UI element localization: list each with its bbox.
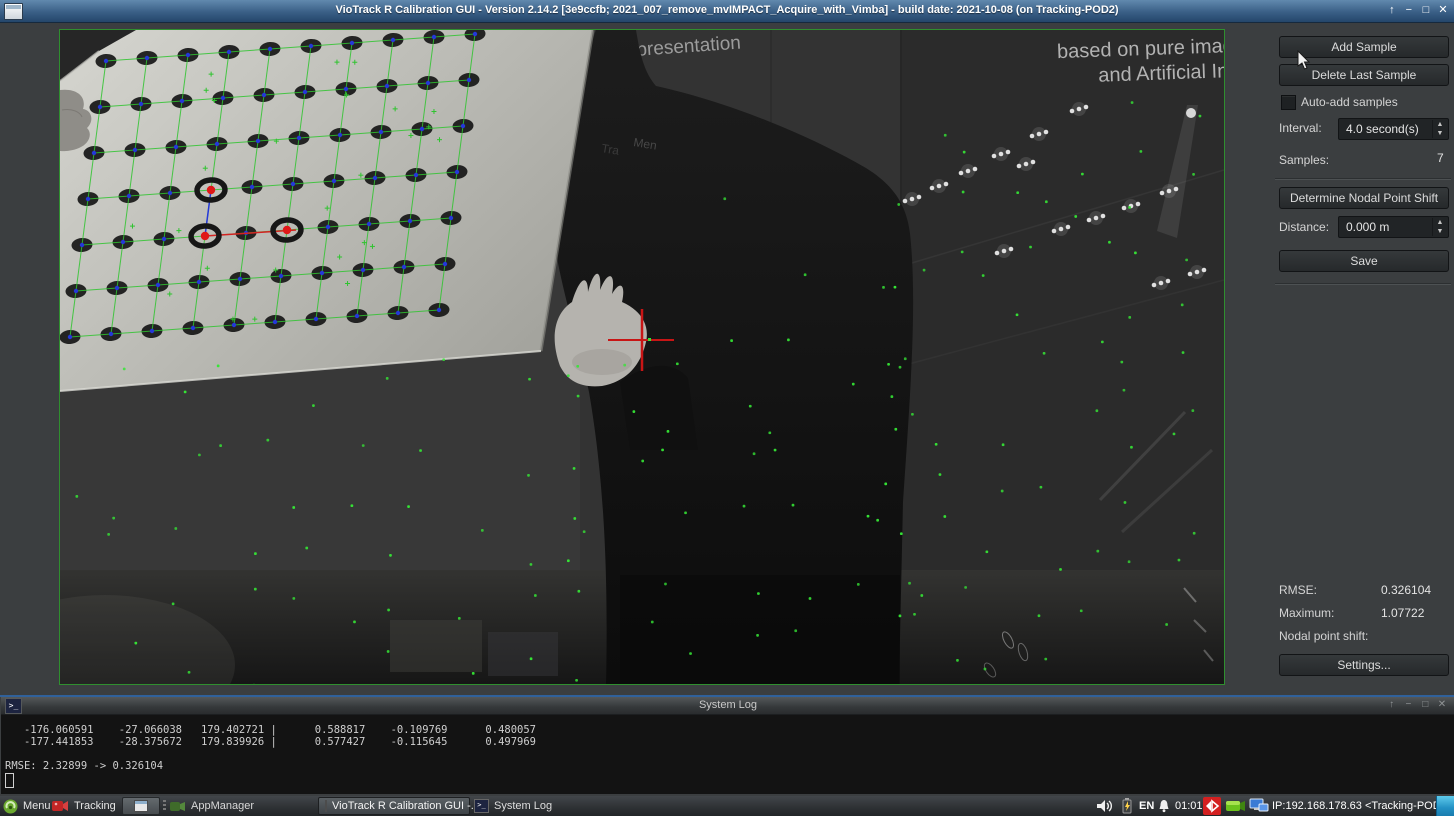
window-icon — [134, 800, 148, 812]
camera-scene: g representation based on pure imag and … — [60, 30, 1224, 684]
panel-hide-button[interactable] — [1436, 796, 1454, 816]
taskbar: Menu Tracking AppManager VioTrack R Cali… — [0, 796, 1454, 816]
camera-view: g representation based on pure imag and … — [59, 29, 1225, 685]
system-log-titlebar[interactable]: >_ System Log ↑ − □ ✕ — [1, 697, 1454, 715]
terminal-cursor — [5, 773, 14, 788]
menu-label: Menu — [23, 800, 51, 812]
camcorder-icon — [1226, 798, 1246, 814]
distance-value: 0.000 m — [1346, 220, 1389, 234]
samples-label: Samples: — [1279, 153, 1329, 167]
system-log-text: -176.060591 -27.066038 179.402721 | 0.58… — [5, 724, 536, 772]
clock-label: 01:01 — [1175, 800, 1203, 812]
control-panel: Add Sample Delete Last Sample Auto-add s… — [1225, 22, 1454, 697]
menu-button[interactable]: Menu — [3, 796, 51, 816]
volume-tray-icon[interactable] — [1096, 796, 1113, 816]
maximum-value: 1.07722 — [1381, 606, 1424, 620]
determine-nodal-point-shift-button[interactable]: Determine Nodal Point Shift — [1279, 187, 1449, 209]
auto-add-samples-checkbox[interactable] — [1281, 95, 1296, 110]
minimize-button[interactable]: − — [1402, 4, 1416, 16]
speaker-icon — [1096, 799, 1113, 813]
auto-add-samples-label: Auto-add samples — [1301, 95, 1398, 109]
terminal-icon: >_ — [474, 799, 489, 813]
appmanager-icon — [170, 800, 186, 813]
ip-label: IP:192.168.178.63 <Tracking-POD2> — [1272, 800, 1453, 812]
tracking-app-button[interactable]: Tracking — [52, 796, 116, 816]
maximum-label: Maximum: — [1279, 606, 1334, 620]
network-tray-icon[interactable] — [1249, 796, 1269, 816]
distance-label: Distance: — [1279, 220, 1329, 234]
viotrack-task-label: VioTrack R Calibration GUI -... — [332, 800, 480, 812]
battery-icon — [1121, 798, 1133, 814]
window-icon — [325, 800, 327, 812]
settings-button[interactable]: Settings... — [1279, 654, 1449, 676]
close-button[interactable]: ✕ — [1435, 699, 1449, 710]
rmse-label: RMSE: — [1279, 583, 1317, 597]
interval-spinner[interactable]: ▲▼ — [1432, 120, 1447, 138]
system-log-title: System Log — [1, 699, 1454, 711]
interval-label: Interval: — [1279, 121, 1322, 135]
keyboard-layout-indicator[interactable]: EN — [1139, 796, 1154, 816]
desktop: VioTrack R Calibration GUI - Version 2.1… — [0, 0, 1454, 816]
notifications-tray-icon[interactable] — [1157, 796, 1171, 816]
nodal-point-shift-label: Nodal point shift: — [1279, 629, 1368, 643]
maximize-button[interactable]: □ — [1419, 4, 1433, 16]
interval-value: 4.0 second(s) — [1346, 122, 1419, 136]
tracking-label: Tracking — [74, 800, 116, 812]
pager-button[interactable] — [122, 797, 160, 815]
main-window-titlebar[interactable]: VioTrack R Calibration GUI - Version 2.1… — [0, 0, 1454, 23]
maximize-button[interactable]: □ — [1418, 699, 1432, 710]
backdrop-right-text-2: and Artificial Int — [1098, 60, 1224, 87]
panel-grip[interactable] — [163, 800, 166, 812]
monitors-icon — [1249, 798, 1269, 814]
samples-value: 7 — [1437, 151, 1444, 165]
appmanager-label: AppManager — [191, 800, 254, 812]
bell-icon — [1157, 799, 1171, 813]
layout-label: EN — [1139, 800, 1154, 812]
distance-spinbox[interactable]: 0.000 m ▲▼ — [1338, 216, 1449, 238]
interval-spinbox[interactable]: 4.0 second(s) ▲▼ — [1338, 118, 1449, 140]
ip-indicator[interactable]: IP:192.168.178.63 <Tracking-POD2> — [1272, 796, 1453, 816]
distance-spinner[interactable]: ▲▼ — [1432, 218, 1447, 236]
shirt-text-1: Tra — [601, 141, 621, 158]
save-button[interactable]: Save — [1279, 250, 1449, 272]
menu-icon — [3, 799, 18, 814]
syslog-task-label: System Log — [494, 800, 552, 812]
shade-button[interactable]: ↑ — [1385, 699, 1399, 710]
main-window-title: VioTrack R Calibration GUI - Version 2.1… — [0, 4, 1454, 16]
task-system-log[interactable]: >_ System Log — [474, 796, 552, 816]
battery-tray-icon[interactable] — [1121, 796, 1133, 816]
calibration-board — [60, 30, 593, 391]
tracking-icon — [52, 799, 69, 813]
separator — [1275, 178, 1451, 180]
red-tray-icon[interactable] — [1203, 796, 1221, 816]
minimize-button[interactable]: − — [1401, 699, 1415, 710]
rmse-value: 0.326104 — [1381, 583, 1431, 597]
task-appmanager[interactable]: AppManager — [170, 796, 254, 816]
separator — [1275, 283, 1451, 285]
diamond-arrows-icon — [1203, 797, 1221, 815]
camera-tray-icon[interactable] — [1226, 796, 1246, 816]
task-viotrack[interactable]: VioTrack R Calibration GUI -... — [318, 797, 470, 815]
clock[interactable]: 01:01 — [1175, 796, 1203, 816]
shade-button[interactable]: ↑ — [1385, 4, 1399, 16]
mouse-cursor — [1297, 50, 1311, 70]
close-button[interactable]: ✕ — [1436, 3, 1450, 16]
